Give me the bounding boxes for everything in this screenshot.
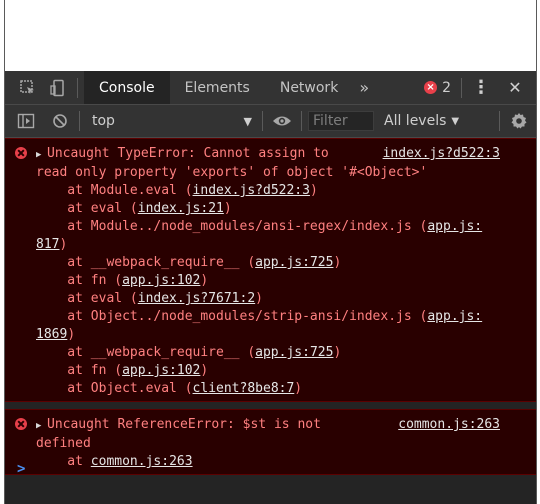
stack-frame-text: at Module.eval ( xyxy=(36,183,193,198)
stack-trace-line: at Object.eval (client?8be8:7) xyxy=(36,380,508,398)
stack-trace-line: at Module.eval (index.js?d522:3) xyxy=(36,182,508,200)
console-prompt[interactable]: > xyxy=(17,460,25,478)
devtools-tabbar: Console Elements Network » × 2 ⋮ ✕ xyxy=(5,71,536,105)
toolbar-divider xyxy=(461,77,462,98)
stack-frame-text: at __webpack_require__ ( xyxy=(36,255,256,270)
toolbar-divider xyxy=(499,111,500,131)
stack-trace-line: at eval (index.js:21) xyxy=(36,200,508,218)
stack-frame-link[interactable]: index.js:21 xyxy=(138,201,224,216)
stack-frame-link[interactable]: app.js:725 xyxy=(255,345,333,360)
stack-trace-line: at fn (app.js:102) xyxy=(36,362,508,380)
stack-frame-text: at fn ( xyxy=(36,273,123,288)
chevron-down-icon: ▼ xyxy=(451,115,460,127)
context-selector[interactable]: top ▼ xyxy=(86,113,252,129)
settings-icon[interactable] xyxy=(506,108,532,134)
stack-frame-link[interactable]: app.js: xyxy=(427,309,482,324)
inspect-icon[interactable] xyxy=(15,75,41,101)
stack-frame-link[interactable]: app.js: xyxy=(427,219,482,234)
toolbar-divider xyxy=(301,111,302,131)
stack-frame-text: at eval ( xyxy=(36,291,138,306)
more-tabs-button[interactable]: » xyxy=(353,71,375,104)
expand-triangle-icon[interactable]: ▶ xyxy=(36,417,47,435)
error-icon xyxy=(15,147,27,159)
clear-console-icon[interactable] xyxy=(47,108,73,134)
stack-frame-link[interactable]: index.js?7671:2 xyxy=(138,291,255,306)
stack-frame-text: at Object.eval ( xyxy=(36,381,193,396)
console-error-message[interactable]: common.js:263 ▶ Uncaught ReferenceError: $… xyxy=(5,409,536,475)
toolbar-divider xyxy=(77,77,78,98)
stack-trace-line: at Module../node_modules/ansi-regex/inde… xyxy=(36,218,508,236)
stack-frame-link[interactable]: 817 xyxy=(36,237,59,252)
stack-frame-link[interactable]: app.js:102 xyxy=(122,363,200,378)
message-source-link[interactable]: common.js:263 xyxy=(398,416,500,434)
error-icon[interactable]: × xyxy=(424,81,438,94)
expand-triangle-icon[interactable]: ▶ xyxy=(36,146,47,164)
toolbar-divider xyxy=(262,111,263,131)
tab-console[interactable]: Console xyxy=(84,71,170,104)
error-message-text: defined xyxy=(36,436,91,451)
stack-trace-line: at fn (app.js:102) xyxy=(36,272,508,290)
eye-icon[interactable] xyxy=(269,108,295,134)
stack-trace-line: at common.js:263 xyxy=(36,453,508,471)
stack-frame-text: ) xyxy=(200,363,209,378)
stack-trace-line: 817) xyxy=(36,236,508,254)
error-icon xyxy=(15,418,27,430)
error-message-text: read only property 'exports' of object '… xyxy=(36,165,428,180)
stack-frame-link[interactable]: common.js:263 xyxy=(91,454,193,469)
stack-frame-link[interactable]: index.js?d522:3 xyxy=(193,183,310,198)
device-toolbar-icon[interactable] xyxy=(45,75,71,101)
log-levels-label: All levels xyxy=(384,113,447,129)
stack-trace-line: at eval (index.js?7671:2) xyxy=(36,290,508,308)
stack-trace-line: at Object../node_modules/strip-ansi/inde… xyxy=(36,308,508,326)
stack-frame-link[interactable]: client?8be8:7 xyxy=(193,381,295,396)
page-viewport xyxy=(5,0,536,71)
stack-frame-text: at xyxy=(36,454,91,469)
context-label: top xyxy=(92,113,115,129)
toolbar-divider xyxy=(79,111,80,131)
stack-frame-text: ) xyxy=(294,381,303,396)
stack-frame-link[interactable]: 1869 xyxy=(36,327,67,342)
stack-trace-line: at __webpack_require__ (app.js:725) xyxy=(36,344,508,362)
tab-elements[interactable]: Elements xyxy=(170,71,265,104)
error-count[interactable]: 2 xyxy=(442,80,451,96)
stack-trace-line: at __webpack_require__ (app.js:725) xyxy=(36,254,508,272)
stack-frame-text: at fn ( xyxy=(36,363,123,378)
log-levels-dropdown[interactable]: All levels ▼ xyxy=(384,113,459,129)
close-icon[interactable]: ✕ xyxy=(502,75,528,101)
filter-input[interactable]: Filter xyxy=(308,111,374,131)
stack-frame-link[interactable]: app.js:725 xyxy=(255,255,333,270)
stack-frame-text: ) xyxy=(67,327,76,342)
stack-frame-link[interactable]: app.js:102 xyxy=(122,273,200,288)
stack-frame-text: ) xyxy=(200,273,209,288)
stack-frame-text: ) xyxy=(309,183,318,198)
more-icon[interactable]: ⋮ xyxy=(468,75,494,101)
error-message-text: Uncaught TypeError: Cannot assign to xyxy=(47,146,329,161)
message-source-link[interactable]: index.js?d522:3 xyxy=(383,145,500,163)
stack-frame-text: ) xyxy=(333,255,342,270)
stack-frame-text: at Object../node_modules/strip-ansi/inde… xyxy=(36,309,428,324)
stack-frame-text: ) xyxy=(333,345,342,360)
stack-frame-text: at __webpack_require__ ( xyxy=(36,345,256,360)
stack-frame-text: at Module../node_modules/ansi-regex/inde… xyxy=(36,219,428,234)
browser-frame: Console Elements Network » × 2 ⋮ ✕ top ▼… xyxy=(4,0,537,504)
chevron-down-icon: ▼ xyxy=(243,114,252,128)
sidebar-toggle-icon[interactable] xyxy=(13,108,39,134)
console-error-message[interactable]: index.js?d522:3 ▶ Uncaught TypeError: Cann… xyxy=(5,138,536,402)
tab-network[interactable]: Network xyxy=(265,71,353,104)
console-output: index.js?d522:3 ▶ Uncaught TypeError: Cann… xyxy=(5,138,536,504)
console-toolbar: top ▼ Filter All levels ▼ xyxy=(5,105,536,138)
error-message-text: Uncaught ReferenceError: $st is not xyxy=(47,417,321,432)
stack-frame-text: at eval ( xyxy=(36,201,138,216)
stack-trace-line: 1869) xyxy=(36,326,508,344)
stack-frame-text: ) xyxy=(223,201,232,216)
stack-frame-text: ) xyxy=(59,237,68,252)
stack-frame-text: ) xyxy=(255,291,263,306)
